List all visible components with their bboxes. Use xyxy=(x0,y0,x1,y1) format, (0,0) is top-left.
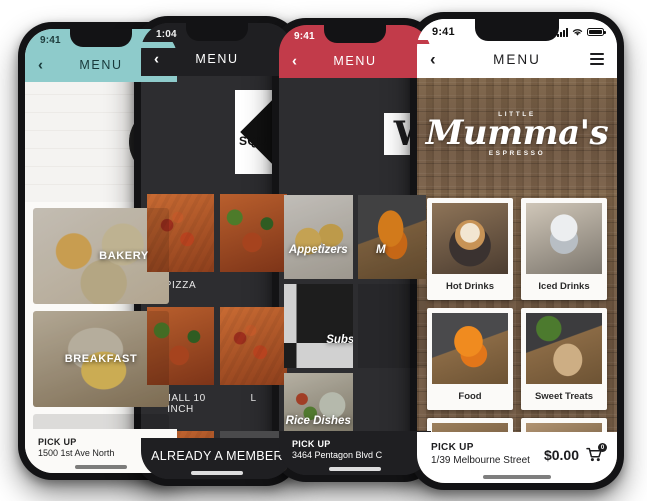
page-title: MENU xyxy=(79,58,123,72)
home-indicator xyxy=(329,467,381,471)
cart-count-badge: 0 xyxy=(598,443,607,452)
home-indicator xyxy=(191,471,243,475)
category-tile-bakery[interactable]: BAKERY xyxy=(33,208,169,304)
category-image xyxy=(432,203,508,274)
category-card-sweet-treats[interactable]: Sweet Treats xyxy=(521,308,607,410)
category-label: Sweet Treats xyxy=(534,391,594,402)
category-tile-mains[interactable]: M xyxy=(357,195,426,279)
category-tile-rice-dishes[interactable]: Rice Dishes xyxy=(284,373,353,435)
mummas-script-logo: LITTLE Mumma's ESPRESSO xyxy=(425,111,609,157)
phone-mockup-scene: 9:41 ‹ MENU CRESTLINE BAGEL CO xyxy=(0,0,647,501)
back-chevron-icon[interactable]: ‹ xyxy=(430,51,436,68)
category-tile-row3-right[interactable] xyxy=(358,373,427,435)
page-title: MENU xyxy=(493,51,541,67)
notch xyxy=(186,23,248,41)
phone-mummas: 9:41 ‹ MENU LITTLE Mumma's ESPRESSO Hot … xyxy=(410,12,624,490)
pickup-label: PICK UP xyxy=(292,438,331,449)
brand-hero: SQUARE PIZZA OMG xyxy=(141,76,293,188)
hamburger-menu-icon[interactable] xyxy=(590,53,604,65)
status-time: 1:04 xyxy=(156,29,177,40)
back-chevron-icon[interactable]: ‹ xyxy=(38,58,43,73)
category-label: Appetizers xyxy=(288,244,348,256)
category-thumb xyxy=(220,307,287,385)
category-thumb xyxy=(526,313,602,384)
cta-label: ALREADY A MEMBER xyxy=(151,449,283,463)
pickup-info: PICK UP 1/39 Melbourne Street xyxy=(431,442,530,467)
category-image xyxy=(526,313,602,384)
image-scrim xyxy=(284,284,353,368)
pickup-label: PICK UP xyxy=(431,442,474,453)
category-thumb xyxy=(526,203,602,274)
image-scrim xyxy=(357,195,426,279)
status-icons xyxy=(557,27,606,37)
status-time: 9:41 xyxy=(294,31,315,42)
category-label: BAKERY xyxy=(99,250,149,262)
category-label: BREAKFAST xyxy=(64,353,138,365)
category-label: Subs xyxy=(326,334,353,346)
notch xyxy=(475,19,559,41)
category-image xyxy=(526,203,602,274)
back-chevron-icon[interactable]: ‹ xyxy=(292,54,297,69)
back-chevron-icon[interactable]: ‹ xyxy=(154,52,159,67)
category-tile-appetizers[interactable]: Appetizers xyxy=(284,195,353,279)
pickup-info: PICK UP 1500 1st Ave North xyxy=(38,437,114,460)
notch xyxy=(70,29,132,47)
category-image xyxy=(432,313,508,384)
page-title: MENU xyxy=(195,52,239,66)
category-label: M xyxy=(375,244,386,256)
brand-hero: LITTLE Mumma's ESPRESSO xyxy=(417,78,617,190)
category-card-food[interactable]: Food xyxy=(427,308,513,410)
pickup-address: 1500 1st Ave North xyxy=(38,447,115,458)
shopping-cart-icon[interactable]: 0 xyxy=(586,443,607,462)
status-time: 9:41 xyxy=(432,26,455,38)
menu-content[interactable]: Wa Appetizers M xyxy=(279,78,431,475)
nav-bar: ‹ MENU xyxy=(417,40,617,78)
image-scrim xyxy=(284,195,353,279)
category-thumb xyxy=(220,194,287,272)
pickup-address: 1/39 Melbourne Street xyxy=(431,454,530,466)
status-time: 9:41 xyxy=(40,35,61,46)
category-label: Iced Drinks xyxy=(538,281,590,292)
category-image xyxy=(220,194,287,272)
category-card-iced-drinks[interactable]: Iced Drinks xyxy=(521,198,607,300)
category-label: Food xyxy=(458,391,482,402)
battery-icon xyxy=(587,28,606,36)
category-label: Hot Drinks xyxy=(445,281,495,292)
pickup-label: PICK UP xyxy=(38,436,77,447)
cart-area[interactable]: $0.00 0 xyxy=(543,443,607,463)
home-indicator xyxy=(483,475,551,479)
category-grid: Appetizers M Subs Rice Dishes xyxy=(279,190,431,435)
pickup-address: 3464 Pentagon Blvd C xyxy=(292,449,383,460)
home-indicator xyxy=(75,465,127,469)
cart-total: $0.00 xyxy=(543,446,579,463)
brand-tiny-top: LITTLE xyxy=(498,111,536,118)
menu-content[interactable]: LITTLE Mumma's ESPRESSO Hot Drinks Iced … xyxy=(417,78,617,483)
notch xyxy=(324,25,386,43)
category-card-hot-drinks[interactable]: Hot Drinks xyxy=(427,198,513,300)
category-thumb xyxy=(432,203,508,274)
category-image xyxy=(358,373,427,435)
brand-tiny-bottom: ESPRESSO xyxy=(488,150,546,157)
category-tile-subs[interactable]: Subs xyxy=(284,284,353,368)
category-tile-breakfast[interactable]: BREAKFAST xyxy=(33,311,169,407)
page-title: MENU xyxy=(333,54,377,68)
nav-bar: ‹ MENU xyxy=(279,44,431,78)
category-tile-partial-right[interactable] xyxy=(357,284,426,368)
wifi-icon xyxy=(572,28,583,37)
pickup-info: PICK UP 3464 Pentagon Blvd C xyxy=(292,439,382,462)
category-image xyxy=(220,307,287,385)
brand-script: Mumma's xyxy=(425,113,609,153)
brand-hero: Wa xyxy=(279,78,431,190)
image-scrim xyxy=(357,284,426,368)
category-label: Rice Dishes xyxy=(285,415,351,427)
category-thumb xyxy=(432,313,508,384)
